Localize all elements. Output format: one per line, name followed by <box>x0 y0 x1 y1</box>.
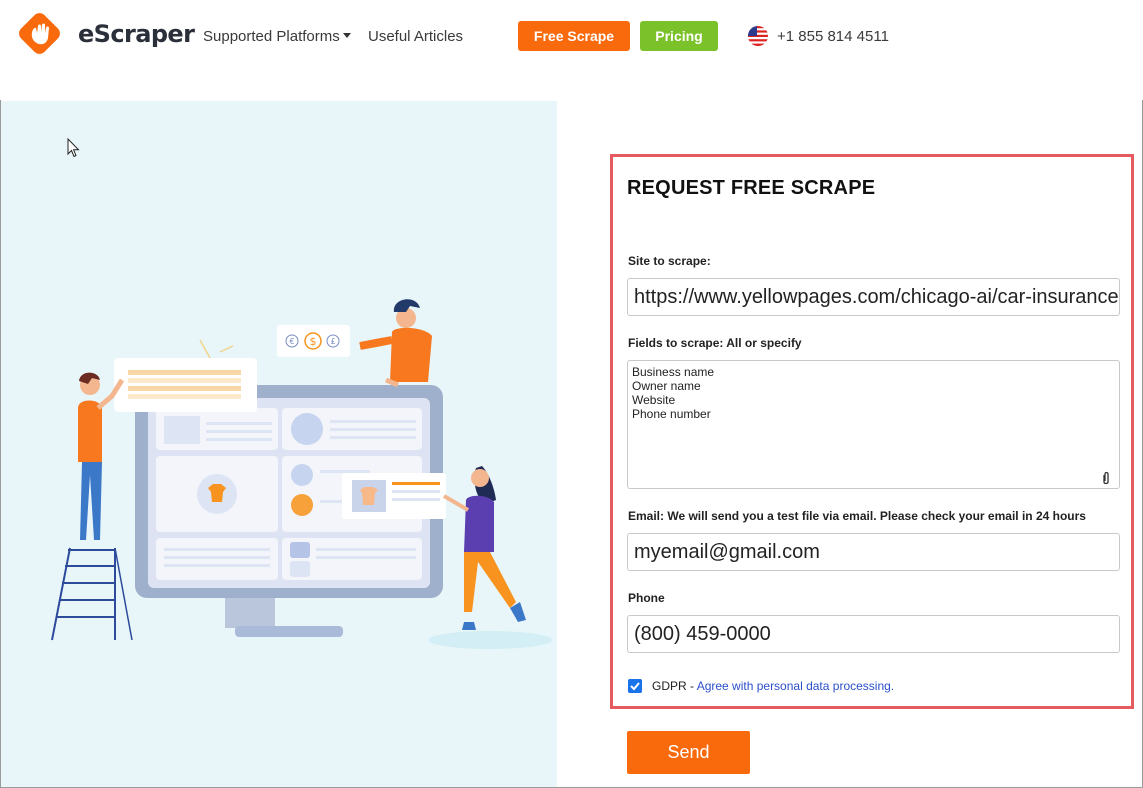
us-flag-icon[interactable] <box>748 26 768 46</box>
gdpr-consent: GDPR - Agree with personal data processi… <box>652 679 894 693</box>
site-to-scrape-label: Site to scrape: <box>628 254 711 268</box>
send-button[interactable]: Send <box>627 731 750 774</box>
site-header: eScraper Supported Platforms Useful Arti… <box>0 0 1143 100</box>
pricing-button[interactable]: Pricing <box>640 21 718 51</box>
pound-symbol: £ <box>330 337 335 346</box>
field-line: Website <box>632 393 676 407</box>
free-scrape-button[interactable]: Free Scrape <box>518 21 630 51</box>
euro-symbol: € <box>289 337 294 346</box>
email-input[interactable]: myemail@gmail.com <box>627 533 1120 571</box>
phone-label: Phone <box>628 591 665 605</box>
escraper-logo-icon[interactable] <box>16 13 66 59</box>
form-title: REQUEST FREE SCRAPE <box>627 177 876 199</box>
nav-useful-articles[interactable]: Useful Articles <box>368 28 463 45</box>
paperclip-icon[interactable] <box>1100 471 1112 486</box>
scraping-illustration: € $ £ <box>51 299 552 649</box>
email-label: Email: We will send you a test file via … <box>628 509 1086 523</box>
phone-input[interactable]: (800) 459-0000 <box>627 615 1120 653</box>
gdpr-agreement-link[interactable]: Agree with personal data processing. <box>697 679 894 693</box>
gdpr-checkbox[interactable] <box>628 679 642 693</box>
site-to-scrape-input[interactable]: https://www.yellowpages.com/chicago-ai/c… <box>627 278 1120 316</box>
chevron-down-icon <box>342 33 351 39</box>
gdpr-label: GDPR <box>652 679 687 693</box>
field-line: Phone number <box>632 407 711 421</box>
dollar-symbol: $ <box>310 335 317 348</box>
phone-number[interactable]: +1 855 814 4511 <box>777 28 889 45</box>
nav-supported-platforms-label: Supported Platforms <box>203 28 340 45</box>
mouse-cursor-icon <box>67 138 80 158</box>
nav-supported-platforms[interactable]: Supported Platforms <box>203 28 351 45</box>
field-line: Owner name <box>632 379 701 393</box>
gdpr-separator: - <box>686 679 697 693</box>
field-line: Business name <box>632 365 715 379</box>
brand-name[interactable]: eScraper <box>78 20 195 48</box>
fields-to-scrape-label: Fields to scrape: All or specify <box>628 336 802 350</box>
fields-to-scrape-textarea[interactable]: Business name Owner name Website Phone n… <box>627 360 1120 489</box>
